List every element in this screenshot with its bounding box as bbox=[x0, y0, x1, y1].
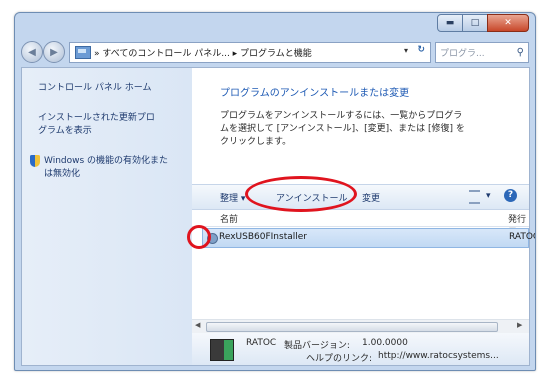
description-line-1: プログラムをアンインストールするには、一覧からプログラ bbox=[220, 111, 463, 121]
view-dropdown-icon[interactable]: ▾ bbox=[486, 191, 491, 201]
page-title: プログラムのアンインストールまたは変更 bbox=[220, 88, 410, 99]
caption-buttons: ▬ □ ✕ bbox=[437, 14, 529, 32]
version-label: 製品バージョン: bbox=[284, 341, 350, 351]
task-pane: コントロール パネル ホーム インストールされた更新プロ グラムを表示 Wind… bbox=[22, 68, 192, 365]
forward-arrow-icon: ▶ bbox=[50, 46, 58, 58]
horizontal-scrollbar[interactable]: ◀ ▶ bbox=[192, 319, 529, 333]
shield-icon bbox=[30, 155, 40, 167]
view-options-icon[interactable] bbox=[469, 190, 480, 204]
scroll-thumb[interactable] bbox=[206, 322, 498, 332]
details-publisher: RATOC bbox=[246, 338, 277, 348]
description-line-2: ムを選択して [アンインストール]、[変更]、または [修復] を bbox=[220, 124, 465, 134]
forward-button[interactable]: ▶ bbox=[43, 41, 65, 63]
address-bar[interactable]: » すべてのコントロール パネル... ▸ プログラムと機能 ▾ ↻ bbox=[69, 42, 431, 63]
help-link-label: ヘルプのリンク: bbox=[306, 354, 373, 364]
description-line-3: クリックします。 bbox=[220, 137, 292, 147]
back-arrow-icon: ◀ bbox=[28, 46, 36, 58]
list-header: 名前 発行元 bbox=[192, 209, 529, 238]
main-pane: プログラムのアンインストールまたは変更 プログラムをアンインストールするには、一… bbox=[192, 68, 535, 365]
column-name-header[interactable]: 名前 bbox=[220, 212, 238, 225]
page-description: プログラムをアンインストールするには、一覧からプログラ ムを選択して [アンイン… bbox=[220, 110, 510, 149]
navigation-bar: ◀ ▶ » すべてのコントロール パネル... ▸ プログラムと機能 ▾ ↻ プ… bbox=[15, 37, 535, 67]
help-link[interactable]: http://www.ratocsystems... bbox=[378, 351, 499, 361]
program-name: RexUSB60FInstaller bbox=[219, 232, 307, 242]
back-button[interactable]: ◀ bbox=[21, 41, 43, 63]
address-path: » すべてのコントロール パネル... ▸ プログラムと機能 bbox=[94, 49, 312, 59]
program-publisher: RATOC bbox=[509, 232, 535, 242]
organize-button[interactable]: 整理 ▾ bbox=[220, 191, 245, 204]
title-bar: ▬ □ ✕ bbox=[15, 13, 535, 39]
search-icon[interactable]: ⚲ bbox=[517, 47, 524, 58]
search-input[interactable]: プログラ... bbox=[436, 46, 517, 59]
table-row[interactable]: RexUSB60FInstaller RATOC bbox=[202, 228, 535, 248]
close-button[interactable]: ✕ bbox=[487, 14, 529, 32]
search-box[interactable]: プログラ... ⚲ bbox=[435, 42, 529, 63]
change-button[interactable]: 変更 bbox=[362, 191, 380, 204]
windows-features-link[interactable]: Windows の機能の有効化また は無効化 bbox=[44, 155, 168, 181]
control-panel-icon bbox=[75, 46, 91, 59]
scroll-left-icon[interactable]: ◀ bbox=[195, 321, 200, 329]
windows-features-line-2: は無効化 bbox=[44, 169, 81, 179]
refresh-icon[interactable]: ↻ bbox=[417, 45, 425, 55]
uninstall-highlight-oval bbox=[245, 176, 357, 212]
details-pane: RATOC 製品バージョン: 1.00.0000 ヘルプのリンク: http:/… bbox=[192, 333, 529, 365]
control-panel-home-link[interactable]: コントロール パネル ホーム bbox=[38, 82, 151, 95]
program-highlight-oval bbox=[187, 225, 211, 249]
version-value: 1.00.0000 bbox=[362, 338, 408, 348]
address-dropdown-icon[interactable]: ▾ bbox=[404, 46, 408, 55]
maximize-button[interactable]: □ bbox=[462, 14, 488, 32]
installed-updates-line-1: インストールされた更新プロ bbox=[38, 113, 155, 123]
client-area: コントロール パネル ホーム インストールされた更新プロ グラムを表示 Wind… bbox=[21, 67, 535, 366]
minimize-button[interactable]: ▬ bbox=[437, 14, 463, 32]
command-bar: 整理 ▾ アンインストール 変更 ▾ ? bbox=[192, 184, 529, 210]
program-icon bbox=[210, 339, 234, 361]
installed-updates-link[interactable]: インストールされた更新プロ グラムを表示 bbox=[38, 112, 155, 138]
windows-features-line-1: Windows の機能の有効化また bbox=[44, 156, 169, 166]
installed-updates-line-2: グラムを表示 bbox=[38, 126, 92, 136]
scroll-right-icon[interactable]: ▶ bbox=[517, 321, 522, 329]
help-icon[interactable]: ? bbox=[504, 189, 517, 202]
